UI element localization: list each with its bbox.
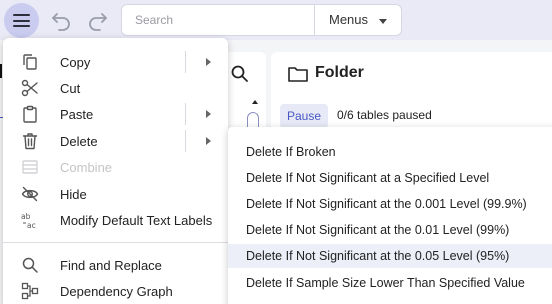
chevron-right-icon	[206, 110, 211, 118]
folder-title: Folder	[315, 64, 364, 81]
trash-icon	[21, 132, 39, 150]
background-text-fragment	[0, 64, 2, 78]
eye-off-icon	[21, 185, 39, 203]
menus-select[interactable]: Menus	[314, 4, 402, 36]
menu-item-label: Cut	[60, 81, 81, 96]
submenu-item-delete-if-sample-size-lower[interactable]: Delete If Sample Size Lower Than Specifi…	[228, 271, 552, 295]
scissors-icon	[21, 79, 39, 97]
pause-button[interactable]: Pause	[280, 104, 328, 128]
context-menu: Copy Cut Paste Delete Combine Hide ab ac…	[3, 38, 228, 304]
search-input[interactable]: Search	[121, 4, 315, 36]
menu-item-label: Copy	[60, 55, 91, 70]
search-icon	[21, 256, 39, 274]
hamburger-menu-icon[interactable]	[4, 3, 39, 38]
undo-icon[interactable]	[49, 8, 73, 32]
paused-tables-status: 0/6 tables paused	[337, 108, 432, 122]
menu-item-label: Find and Replace	[60, 258, 162, 273]
clipboard-icon	[21, 105, 39, 123]
copy-icon	[21, 53, 39, 71]
text-labels-icon: ab ac	[21, 211, 39, 229]
chevron-down-icon	[379, 19, 387, 24]
menu-item-dependency-graph[interactable]: Dependency Graph	[3, 278, 228, 304]
folder-icon	[287, 64, 309, 84]
menu-divider	[3, 242, 228, 243]
submenu-item-delete-if-not-significant-001[interactable]: Delete If Not Significant at the 0.01 Le…	[228, 218, 552, 242]
chevron-right-icon	[206, 137, 211, 145]
menu-item-modify-default-text-labels[interactable]: ab ac Modify Default Text Labels	[3, 207, 228, 233]
menu-item-copy[interactable]: Copy	[3, 49, 228, 75]
svg-text:ab: ab	[21, 212, 31, 221]
search-icon[interactable]	[230, 64, 250, 84]
menu-item-label: Hide	[60, 187, 87, 202]
dependency-graph-icon	[21, 282, 39, 300]
submenu-divider	[185, 103, 186, 125]
menu-item-combine: Combine	[3, 154, 228, 180]
menu-item-paste[interactable]: Paste	[3, 101, 228, 127]
menu-item-label: Delete	[60, 134, 98, 149]
submenu-item-delete-if-not-significant-specified[interactable]: Delete If Not Significant at a Specified…	[228, 166, 552, 190]
menu-item-label: Combine	[60, 160, 113, 175]
submenu-item-delete-if-not-significant-005[interactable]: Delete If Not Significant at the 0.05 Le…	[228, 244, 552, 268]
chevron-right-icon	[206, 58, 211, 66]
submenu-item-delete-if-broken[interactable]: Delete If Broken	[228, 140, 552, 164]
menus-select-value: Menus	[329, 12, 369, 27]
combine-icon	[21, 158, 39, 176]
menu-item-label: Paste	[60, 107, 94, 122]
menu-item-hide[interactable]: Hide	[3, 181, 228, 207]
menu-item-label: Modify Default Text Labels	[60, 213, 213, 228]
menu-item-delete[interactable]: Delete	[3, 128, 228, 154]
submenu-divider	[185, 130, 186, 152]
menu-item-find-and-replace[interactable]: Find and Replace	[3, 252, 228, 278]
toolbar: Search Menus	[0, 0, 552, 40]
menu-item-cut[interactable]: Cut	[3, 75, 228, 101]
scroll-up-arrow-icon[interactable]	[252, 100, 258, 104]
submenu-divider	[185, 51, 186, 73]
delete-submenu: Delete If Broken Delete If Not Significa…	[228, 127, 552, 304]
svg-text:ac: ac	[27, 221, 36, 229]
submenu-item-delete-if-not-significant-0001[interactable]: Delete If Not Significant at the 0.001 L…	[228, 192, 552, 216]
menu-item-label: Dependency Graph	[60, 284, 173, 299]
redo-icon[interactable]	[86, 8, 110, 32]
